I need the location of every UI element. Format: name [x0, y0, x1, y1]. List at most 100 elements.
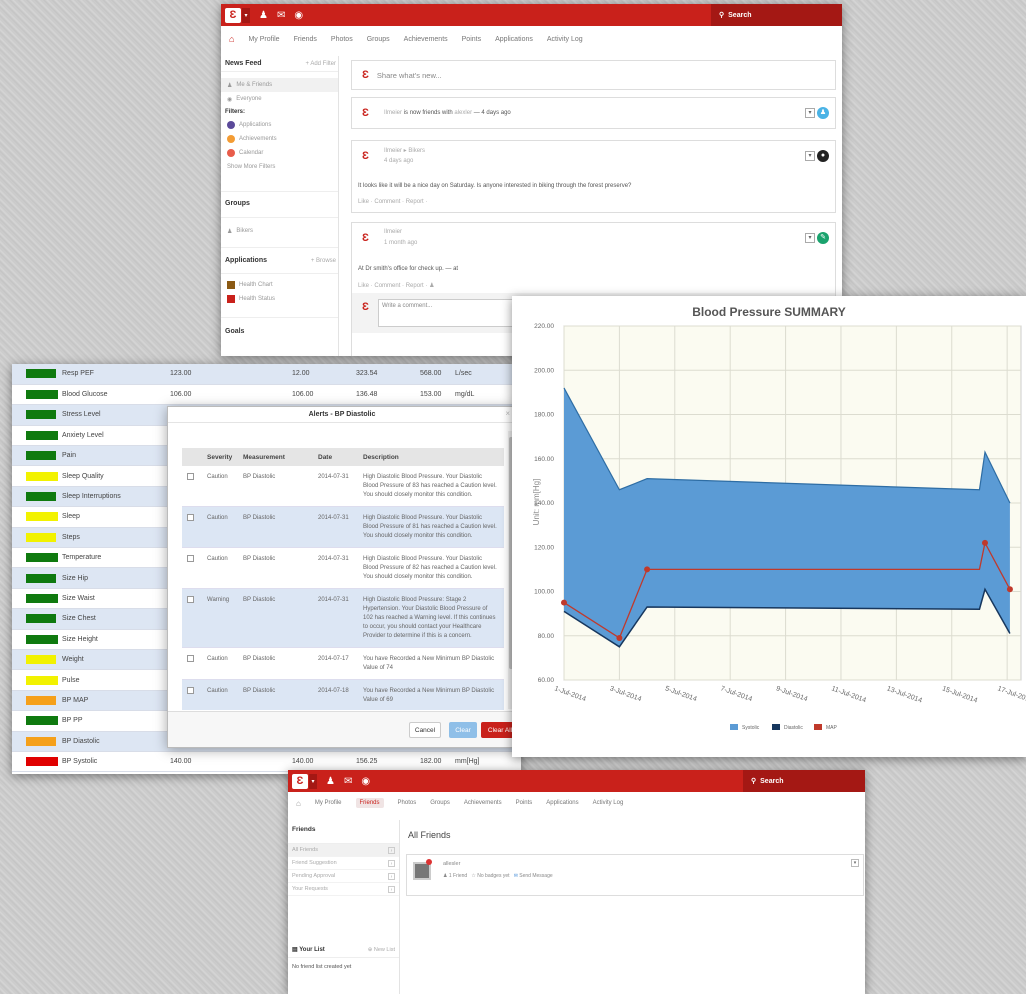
- new-list-link[interactable]: ⊕ New List: [368, 947, 395, 953]
- friend-menu-button[interactable]: ▾: [851, 859, 859, 867]
- people-icon[interactable]: ♟: [326, 776, 335, 787]
- chevron-down-icon[interactable]: ▾: [242, 7, 250, 23]
- search-button[interactable]: ⚲ Search: [743, 770, 865, 792]
- post-menu-button[interactable]: ▾: [805, 151, 815, 161]
- measurement-name[interactable]: BP PP: [56, 710, 164, 732]
- measurement-name[interactable]: Sleep Interruptions: [56, 486, 164, 508]
- friends-sidebar-item[interactable]: Pending Approval ›: [288, 870, 399, 883]
- nav-groups[interactable]: Groups: [367, 36, 390, 43]
- post-group[interactable]: Bikers: [408, 148, 425, 154]
- nav-activity-log[interactable]: Activity Log: [547, 36, 583, 43]
- share-box[interactable]: Ɛ Share what's new...: [351, 60, 836, 90]
- measurement-name[interactable]: Size Hip: [56, 567, 164, 589]
- group-bikers[interactable]: ♟ Bikers: [221, 224, 338, 238]
- add-filter-link[interactable]: + Add Filter: [305, 61, 338, 67]
- measurement-name[interactable]: Resp PEF: [56, 364, 164, 385]
- measurement-name[interactable]: Blood Glucose: [56, 384, 164, 406]
- report-link[interactable]: Report: [406, 283, 424, 289]
- measurement-name[interactable]: Temperature: [56, 547, 164, 569]
- measurement-name[interactable]: BP Diastolic: [56, 731, 164, 752]
- friend-name[interactable]: allesler: [443, 861, 460, 867]
- measurement-name[interactable]: Sleep Quality: [56, 465, 164, 487]
- app-health-status[interactable]: Health Status: [221, 292, 338, 306]
- alert-row[interactable]: Caution BP Diastolic 2014-07-31 High Diasto…: [182, 547, 504, 589]
- post-menu-button[interactable]: ▾: [805, 108, 815, 118]
- mail-icon[interactable]: ✉: [344, 776, 352, 787]
- alert-row[interactable]: Caution BP Diastolic 2014-07-18 You have Re…: [182, 679, 504, 710]
- nav-my-profile[interactable]: My Profile: [315, 800, 342, 806]
- row-checkbox[interactable]: [187, 555, 194, 562]
- measurement-name[interactable]: BP MAP: [56, 690, 164, 712]
- alert-row[interactable]: Caution BP Diastolic 2014-07-17 You have Re…: [182, 647, 504, 680]
- alert-row[interactable]: Caution BP Diastolic 2014-07-31 High Diasto…: [182, 506, 504, 548]
- measurement-name[interactable]: Pulse: [56, 669, 164, 691]
- measurement-name[interactable]: BP Systolic: [56, 751, 164, 773]
- app-logo-icon[interactable]: Ɛ: [292, 773, 308, 789]
- nav-applications[interactable]: Applications: [495, 36, 533, 43]
- home-icon[interactable]: ⌂: [229, 34, 234, 44]
- measurement-name[interactable]: Pain: [56, 445, 164, 467]
- filter-achievements[interactable]: Achievements: [221, 132, 338, 146]
- comment-link[interactable]: Comment: [374, 199, 400, 205]
- nav-points[interactable]: Points: [516, 800, 533, 806]
- row-checkbox[interactable]: [187, 655, 194, 662]
- measurement-name[interactable]: Stress Level: [56, 404, 164, 426]
- feed-everyone[interactable]: ◉ Everyone: [221, 92, 338, 106]
- search-button[interactable]: ⚲ Search: [711, 4, 842, 26]
- post-author[interactable]: Ilmeier: [384, 229, 402, 235]
- nav-photos[interactable]: Photos: [331, 36, 353, 43]
- filter-calendar[interactable]: Calendar: [221, 146, 338, 160]
- nav-friends[interactable]: Friends: [355, 798, 384, 808]
- measurement-row[interactable]: BP Systolic 140.00 140.00 156.25 182.00 mm[Hg…: [12, 751, 521, 773]
- friends-sidebar-item[interactable]: All Friends ›: [288, 844, 399, 857]
- measurement-row[interactable]: Blood Glucose 106.00 106.00 136.48 153.00 mg/…: [12, 384, 521, 406]
- row-checkbox[interactable]: [187, 596, 194, 603]
- nav-photos[interactable]: Photos: [398, 800, 417, 806]
- nav-my-profile[interactable]: My Profile: [248, 36, 279, 43]
- alert-row[interactable]: Warning BP Diastolic 2014-07-31 High Diasto…: [182, 588, 504, 648]
- nav-groups[interactable]: Groups: [430, 800, 450, 806]
- row-checkbox[interactable]: [187, 514, 194, 521]
- post-friend[interactable]: alexler: [454, 110, 472, 116]
- nav-achievements[interactable]: Achievements: [404, 36, 448, 43]
- friends-sidebar-item[interactable]: Your Requests ›: [288, 883, 399, 896]
- measurement-name[interactable]: Size Height: [56, 629, 164, 650]
- filter-applications[interactable]: Applications: [221, 118, 338, 132]
- row-checkbox[interactable]: [187, 687, 194, 694]
- friends-sidebar-item[interactable]: Friend Suggestion ›: [288, 857, 399, 870]
- clear-button[interactable]: Clear: [449, 722, 477, 738]
- feed-me-friends[interactable]: ♟ Me & Friends: [221, 78, 338, 92]
- mail-icon[interactable]: ✉: [277, 10, 285, 21]
- like-link[interactable]: Like: [358, 283, 369, 289]
- post-author[interactable]: Ilmeier: [384, 148, 402, 154]
- report-link[interactable]: Report: [406, 199, 424, 205]
- measurement-name[interactable]: Weight: [56, 649, 164, 671]
- home-icon[interactable]: ⌂: [296, 799, 301, 808]
- row-checkbox[interactable]: [187, 473, 194, 480]
- nav-points[interactable]: Points: [462, 36, 481, 43]
- measurement-name[interactable]: Sleep: [56, 506, 164, 528]
- alert-row[interactable]: Caution BP Diastolic 2014-07-31 High Diasto…: [182, 466, 504, 507]
- nav-applications[interactable]: Applications: [546, 800, 578, 806]
- globe-icon[interactable]: ◉: [361, 776, 370, 787]
- globe-icon[interactable]: ◉: [294, 10, 303, 21]
- measurement-row[interactable]: Resp PEF 123.00 12.00 323.54 568.00 L/sec: [12, 364, 521, 385]
- cancel-button[interactable]: Cancel: [409, 722, 441, 738]
- measurement-name[interactable]: Size Chest: [56, 608, 164, 630]
- app-logo-icon[interactable]: Ɛ: [225, 7, 241, 23]
- comment-link[interactable]: Comment: [374, 283, 400, 289]
- app-health-chart[interactable]: Health Chart: [221, 278, 338, 292]
- alerts-scroll-area[interactable]: Severity Measurement Date Description Ca…: [182, 448, 504, 710]
- browse-link[interactable]: + Browse: [311, 258, 338, 264]
- nav-friends[interactable]: Friends: [294, 36, 317, 43]
- chevron-down-icon[interactable]: ▾: [309, 773, 317, 789]
- nav-achievements[interactable]: Achievements: [464, 800, 502, 806]
- measurement-name[interactable]: Anxiety Level: [56, 425, 164, 447]
- measurement-name[interactable]: Size Waist: [56, 588, 164, 610]
- send-message-link[interactable]: Send Message: [519, 873, 552, 879]
- close-icon[interactable]: ×: [505, 409, 510, 418]
- show-more-filters[interactable]: Show More Filters: [221, 160, 338, 174]
- people-icon[interactable]: ♟: [259, 10, 268, 21]
- post-menu-button[interactable]: ▾: [805, 233, 815, 243]
- like-link[interactable]: Like: [358, 199, 369, 205]
